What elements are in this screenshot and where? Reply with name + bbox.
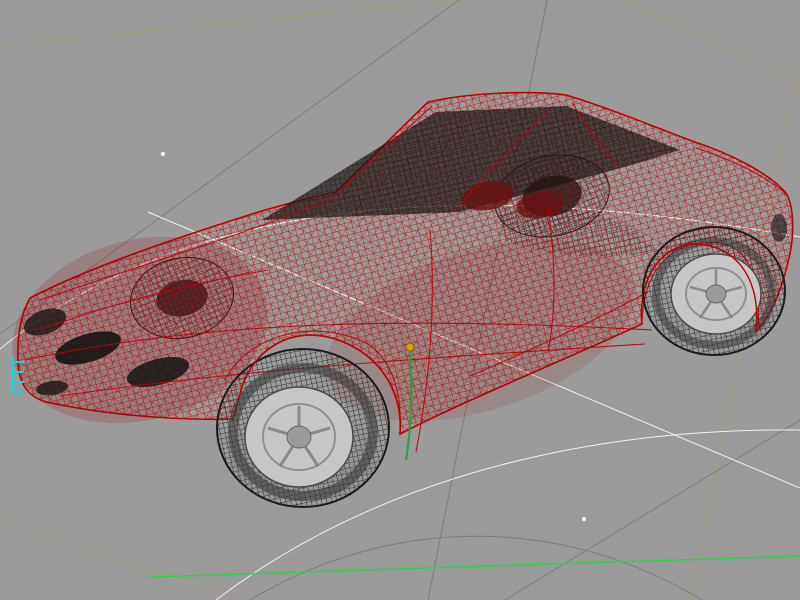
rear-hub: [705, 284, 727, 304]
3d-viewport[interactable]: [0, 0, 800, 600]
vertex-dot: [582, 517, 586, 521]
viewport-canvas[interactable]: [0, 0, 800, 600]
vertex-dot: [161, 152, 165, 156]
front-hub: [286, 425, 312, 449]
front-wheel[interactable]: [216, 348, 390, 508]
rear-wheel[interactable]: [642, 226, 786, 356]
vertex-marker[interactable]: [405, 342, 415, 352]
tail-detail: [771, 214, 787, 242]
